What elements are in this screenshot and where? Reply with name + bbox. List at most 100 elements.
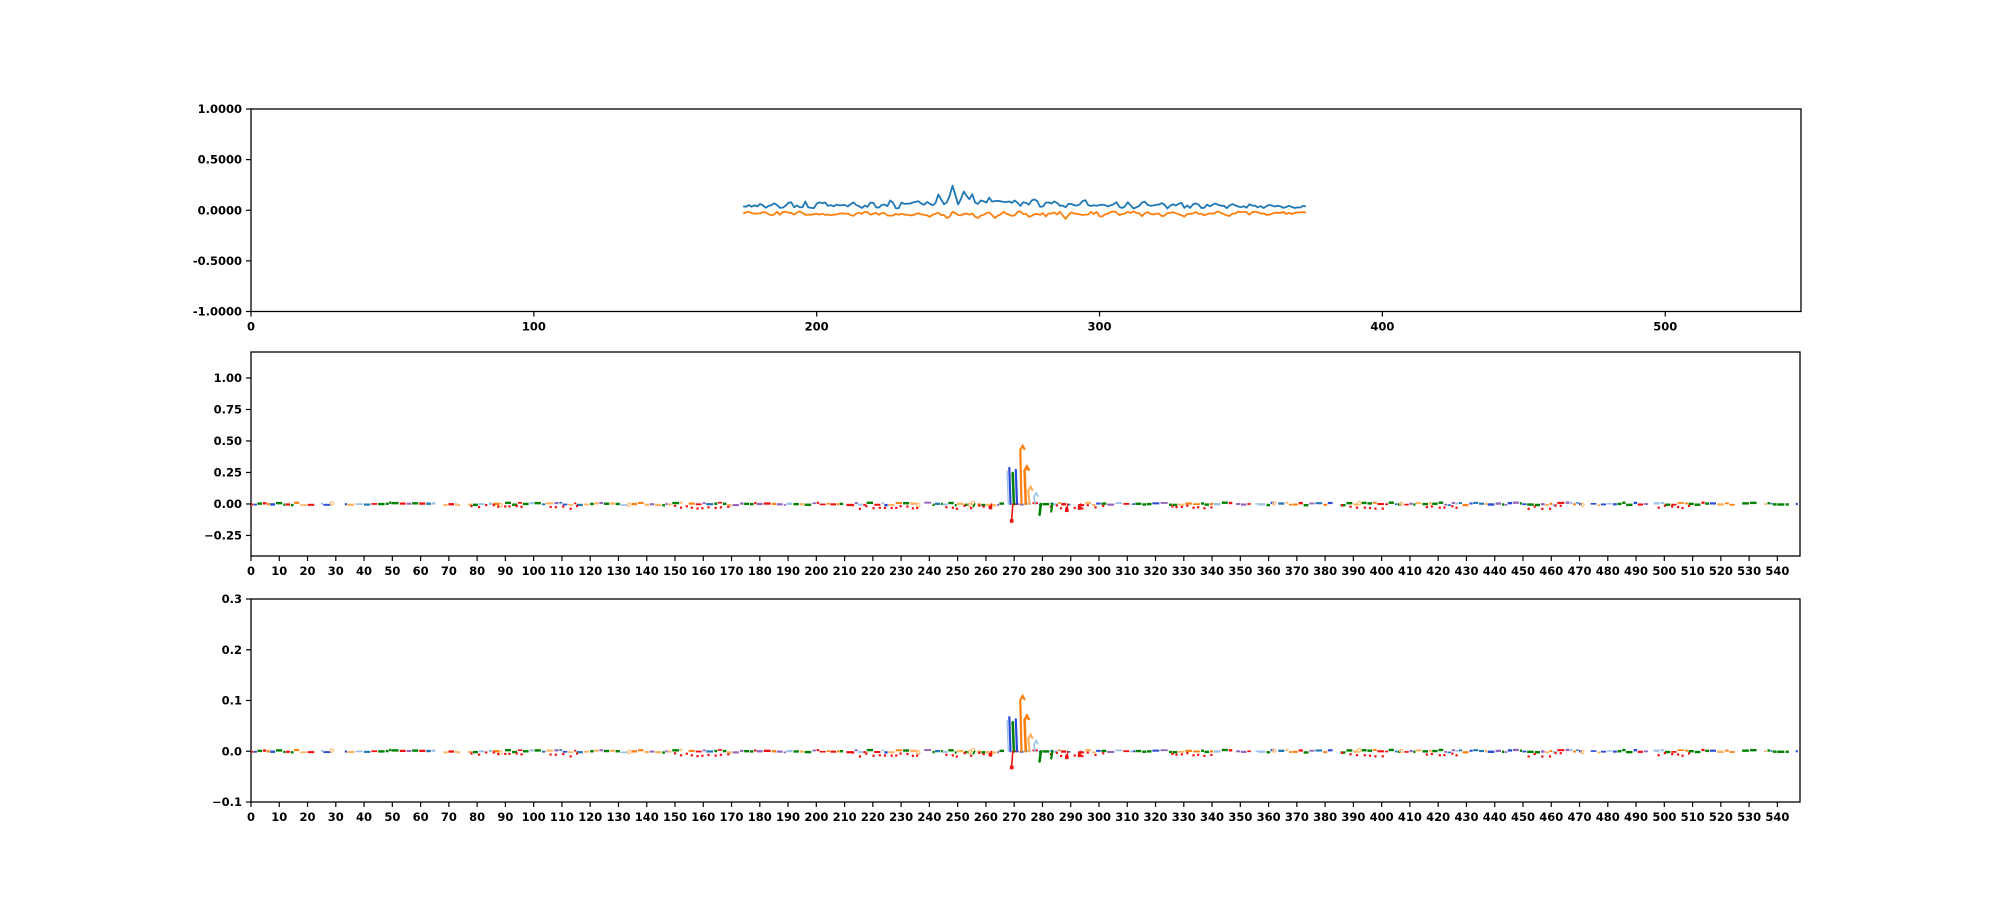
x-tick-label: 480	[1596, 564, 1620, 578]
red-pick-dot	[1430, 505, 1433, 508]
red-pick-dot	[963, 504, 966, 507]
x-tick-label: 370	[1285, 810, 1309, 824]
stem-green	[1011, 471, 1016, 506]
red-pick-dot	[945, 753, 948, 756]
red-pick-dot	[701, 754, 704, 757]
red-pick-dot	[485, 751, 488, 754]
x-tick-label: 80	[469, 564, 485, 578]
red-pick-dot	[1192, 506, 1195, 509]
red-pick-dot	[1368, 506, 1372, 510]
red-pick-dot	[673, 504, 677, 507]
x-tick-label: 250	[946, 564, 970, 578]
red-pick-dot	[719, 753, 722, 756]
x-tick-label: 540	[1765, 810, 1789, 824]
red-pick-dot	[1059, 754, 1063, 758]
y-tick-label: 1.00	[214, 371, 242, 385]
stem-green	[972, 750, 976, 755]
red-pick-dot	[719, 506, 722, 509]
x-tick-label: 60	[413, 564, 429, 578]
red-pick-dot	[575, 504, 579, 508]
red-pick-dot	[1455, 754, 1458, 757]
x-tick-label: 540	[1765, 564, 1789, 578]
red-pick-dot	[504, 505, 507, 508]
stem-marker-square	[1009, 765, 1014, 770]
x-tick-label: 10	[271, 564, 287, 578]
x-tick-label: 200	[804, 564, 828, 578]
y-tick-label: -1.0000	[193, 305, 242, 319]
y-tick-label: 0.1	[222, 694, 242, 708]
red-pick-dot	[1081, 755, 1084, 758]
x-tick-label: 350	[1228, 810, 1252, 824]
baseline-clutter	[251, 748, 1798, 755]
red-pick-dot	[895, 754, 898, 757]
red-pick-dot	[916, 754, 919, 757]
x-tick-label: 530	[1737, 564, 1761, 578]
red-pick-dot	[707, 506, 710, 509]
red-pick-dot	[1102, 504, 1105, 507]
x-tick-label: 490	[1624, 810, 1648, 824]
red-pick-dot	[470, 504, 473, 508]
stem-deep_blue	[1008, 716, 1012, 753]
stem-deep_blue	[1014, 468, 1019, 506]
x-tick-label: 170	[720, 564, 744, 578]
x-tick-label: 300	[1088, 320, 1112, 334]
red-pick-dot	[690, 754, 693, 757]
x-tick-label: 130	[606, 564, 630, 578]
red-pick-dot	[1381, 755, 1384, 758]
x-tick-label: 520	[1709, 564, 1733, 578]
red-pick-dot	[1355, 506, 1359, 509]
stem-light_orange	[1027, 732, 1034, 753]
red-pick-dot	[878, 754, 881, 757]
x-tick-label: 360	[1257, 810, 1281, 824]
x-tick-label: 140	[635, 564, 659, 578]
x-tick-label: 380	[1313, 810, 1337, 824]
x-tick-label: 100	[522, 564, 546, 578]
red-pick-dot	[1180, 505, 1184, 508]
x-tick-label: 460	[1539, 564, 1563, 578]
x-tick-label: 420	[1426, 564, 1450, 578]
red-pick-dot	[1533, 752, 1536, 756]
stem-marker-square	[988, 505, 993, 510]
x-tick-label: 90	[497, 564, 513, 578]
red-pick-dot	[899, 505, 902, 508]
red-pick-dot	[1086, 504, 1089, 507]
red-pick-dot	[1349, 505, 1352, 508]
x-tick-label: 300	[1087, 564, 1111, 578]
subplot-1-waveform-panel: 0 100 200 300 400 500 1.0000 0.5000 0.0000 -0.500…	[193, 102, 1802, 334]
red-pick-dot	[696, 507, 699, 510]
x-tick-label: 510	[1681, 810, 1705, 824]
red-pick-dot	[1197, 753, 1200, 756]
baseline-clutter	[251, 500, 1798, 508]
stem-marker-square	[1077, 506, 1082, 510]
red-pick-dot	[1657, 754, 1660, 757]
red-pick-dot	[727, 753, 730, 756]
red-pick-dot	[575, 752, 579, 755]
subplot-2-pick-panel-large: 0 10 20 30 40 50 60 70 80 90 100 110 120 130 140 150 160…	[204, 351, 1801, 578]
x-tick-label: 300	[1087, 810, 1111, 824]
axes-frame	[250, 108, 1802, 313]
x-tick-label: 390	[1341, 810, 1365, 824]
x-tick-label: 0	[247, 810, 255, 824]
x-tick-label: 350	[1228, 564, 1252, 578]
stem-green	[972, 503, 976, 508]
red-pick-dot	[1671, 505, 1674, 508]
red-pick-dot	[1210, 506, 1213, 509]
red-pick-dot	[1451, 752, 1454, 755]
red-pick-dot	[1554, 504, 1557, 507]
x-tick-label: 290	[1059, 810, 1083, 824]
x-tick-label: 150	[663, 810, 687, 824]
red-pick-dot	[470, 752, 473, 755]
x-tick-label: 340	[1200, 810, 1224, 824]
red-pick-dot	[1175, 506, 1178, 509]
red-pick-dot	[685, 505, 688, 508]
x-tick-label: 460	[1539, 810, 1563, 824]
spike-cluster	[972, 693, 1082, 770]
red-pick-dot	[890, 506, 893, 510]
stem-light_orange	[1027, 484, 1034, 506]
red-pick-dot	[970, 506, 973, 510]
stem-marker-square	[988, 753, 993, 757]
red-pick-dot	[1340, 504, 1344, 507]
stem-deep_blue	[1014, 718, 1019, 753]
y-tick-label: 0.0	[222, 744, 242, 758]
y-tick-label: 0.50	[214, 434, 242, 448]
